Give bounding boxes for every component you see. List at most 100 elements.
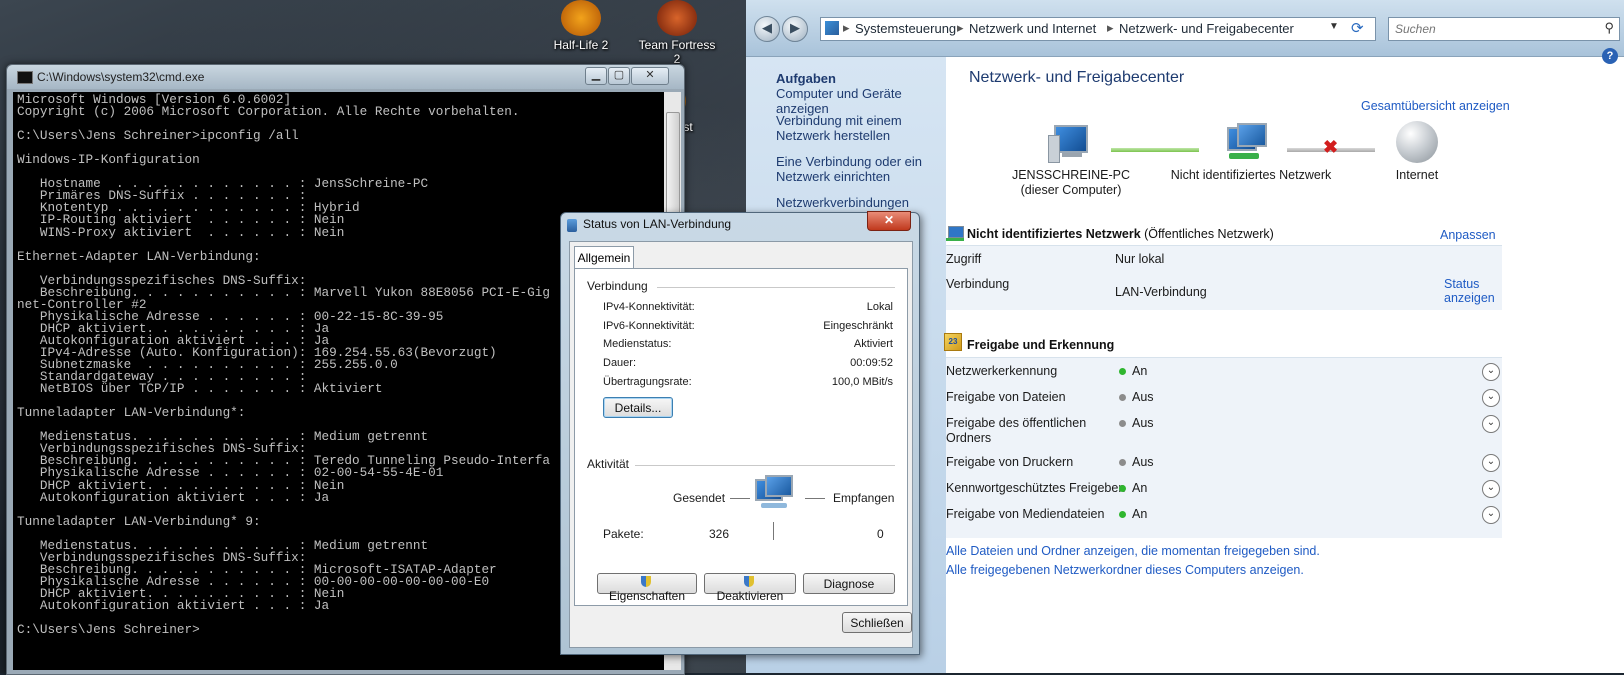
shield-icon xyxy=(744,576,754,587)
shield-icon xyxy=(641,576,651,587)
sharing-row-label-text: Freigabe des öffentlichen xyxy=(946,416,1087,430)
connection-row-value: 100,0 MBit/s xyxy=(831,376,893,388)
desktop-icon-team-fortress-2[interactable]: Team Fortress 2 xyxy=(637,0,717,66)
chevron-down-icon[interactable]: ▼ xyxy=(1329,21,1339,32)
sharing-title: Freigabe und Erkennung xyxy=(967,338,1115,352)
sharing-row-label-text: Freigabe von Dateien xyxy=(946,390,1066,404)
network-heading: Nicht identifiziertes Netzwerk (Öffentli… xyxy=(967,227,1274,241)
packets-received: 0 xyxy=(877,527,884,541)
sharing-row-value: Aus xyxy=(1132,455,1154,469)
sharing-icon: 23 xyxy=(944,333,962,351)
properties-button[interactable]: Eigenschaften xyxy=(597,573,697,603)
task-computer-geraete[interactable]: Computer und Geräte anzeigen xyxy=(776,86,944,116)
maximize-button[interactable]: ▢ xyxy=(608,67,630,85)
shared-folders-link[interactable]: Alle freigegebenen Netzwerkordner dieses… xyxy=(946,563,1304,577)
close-dialog-button[interactable]: Schließen xyxy=(842,612,912,633)
network-activity-icon xyxy=(755,475,799,517)
connection-row-value: Eingeschränkt xyxy=(823,320,893,332)
search-icon[interactable]: ⚲ xyxy=(1604,20,1614,36)
network-small-icon xyxy=(946,225,964,243)
connection-row-label: Dauer: xyxy=(603,357,637,369)
breadcrumb-netzwerk-internet[interactable]: Netzwerk und Internet xyxy=(969,21,1096,36)
network-icon xyxy=(1223,123,1267,165)
task-verbindung-einrichten[interactable]: Eine Verbindung oder ein Netzwerk einric… xyxy=(776,154,944,184)
task-verbindung-herstellen[interactable]: Verbindung mit einem Netzwerk herstellen xyxy=(776,113,944,143)
access-value: Nur lokal xyxy=(1115,252,1165,266)
sharing-row-value: Aus xyxy=(1132,416,1154,430)
sharing-row-label-text: Netzwerkerkennung xyxy=(946,364,1058,378)
sharing-row-label-text: Kennwortgeschütztes Freigeben xyxy=(946,481,1126,495)
cmd-titlebar[interactable]: C:\Windows\system32\cmd.exe ▁ ▢ ✕ xyxy=(7,65,684,89)
status-dot-icon xyxy=(1119,511,1126,518)
internet-label: Internet xyxy=(1395,168,1439,182)
computer-sublabel: (dieser Computer) xyxy=(1020,183,1122,197)
desktop-icon-half-life-2[interactable]: Half-Life 2 xyxy=(541,0,621,52)
chevron-down-icon[interactable]: ⌄ xyxy=(1482,480,1500,498)
details-button[interactable]: Details... xyxy=(603,397,673,418)
received-label: Empfangen xyxy=(833,491,895,505)
control-panel-icon xyxy=(825,21,839,35)
dialog-close-icon[interactable]: ✕ xyxy=(867,211,911,231)
lan-status-dialog: Status von LAN-Verbindung ✕ Allgemein Ve… xyxy=(560,211,920,655)
back-button[interactable]: ◀ xyxy=(754,16,780,42)
activity-group-label: Aktivität xyxy=(587,457,630,471)
tasks-title: Aufgaben xyxy=(776,71,836,86)
sharing-row-value: An xyxy=(1132,507,1148,521)
desktop-icon-label: Team Fortress 2 xyxy=(638,38,716,66)
console-icon xyxy=(17,71,33,84)
disable-button[interactable]: Deaktivieren xyxy=(704,573,796,603)
connection-row-label: Medienstatus: xyxy=(603,338,672,350)
status-dot-icon xyxy=(1119,368,1126,375)
overview-link[interactable]: Gesamtübersicht anzeigen xyxy=(1361,99,1510,113)
chevron-down-icon[interactable]: ⌄ xyxy=(1482,389,1500,407)
chevron-down-icon[interactable]: ⌄ xyxy=(1482,363,1500,381)
connection-row-label: Übertragungsrate: xyxy=(603,376,692,388)
computer-name: JENSSCHREINE-PC xyxy=(1011,168,1131,182)
sharing-row-label-text: Freigabe von Druckern xyxy=(946,455,1074,469)
refresh-icon[interactable]: ⟳ xyxy=(1351,19,1364,37)
scrollbar-thumb[interactable] xyxy=(666,112,680,224)
status-link-line-2: anzeigen xyxy=(1444,291,1495,305)
team-fortress-2-icon xyxy=(657,0,697,36)
help-icon[interactable]: ? xyxy=(1602,48,1618,64)
page-title: Netzwerk- und Freigabecenter xyxy=(969,69,1185,86)
forward-button[interactable]: ▶ xyxy=(782,16,808,42)
access-label: Zugriff xyxy=(946,252,982,266)
breadcrumb-systemsteuerung[interactable]: Systemsteuerung xyxy=(855,21,956,36)
network-type: (Öffentliches Netzwerk) xyxy=(1144,227,1274,241)
sharing-row-label: Freigabe von Mediendateien xyxy=(946,507,1104,522)
minimize-button[interactable]: ▁ xyxy=(585,67,607,85)
diagnose-button[interactable]: Diagnose xyxy=(803,573,895,594)
tab-allgemein[interactable]: Allgemein xyxy=(574,246,634,269)
status-link-line-1: Status xyxy=(1444,277,1480,291)
desktop-icon-label: Half-Life 2 xyxy=(553,38,609,52)
sent-line xyxy=(730,498,750,499)
chevron-down-icon[interactable]: ⌄ xyxy=(1482,506,1500,524)
status-link[interactable]: Status anzeigen xyxy=(1444,277,1495,305)
address-bar[interactable]: ▸ Systemsteuerung ▸ Netzwerk und Interne… xyxy=(820,17,1376,41)
dialog-title: Status von LAN-Verbindung xyxy=(583,217,732,231)
connection-row-label: IPv4-Konnektivität: xyxy=(603,301,695,313)
content-pane: ? Netzwerk- und Freigabecenter Gesamtübe… xyxy=(944,48,1624,673)
shared-files-link[interactable]: Alle Dateien und Ordner anzeigen, die mo… xyxy=(946,544,1320,558)
task-netzwerkverbindungen[interactable]: Netzwerkverbindungen verwalten xyxy=(776,195,944,212)
customize-link[interactable]: Anpassen xyxy=(1440,228,1496,242)
sharing-row-label: Freigabe von Druckern xyxy=(946,455,1073,470)
packets-divider xyxy=(773,522,774,540)
close-button[interactable]: ✕ xyxy=(631,67,669,85)
network-label: Nicht identifiziertes Netzwerk xyxy=(1170,168,1332,182)
chevron-down-icon[interactable]: ⌄ xyxy=(1482,415,1500,433)
dialog-panel: Allgemein Verbindung IPv4-Konnektivität:… xyxy=(569,241,913,648)
breadcrumb-separator-icon: ▸ xyxy=(957,20,964,35)
connection-label: Verbindung xyxy=(946,277,1010,291)
search-input[interactable] xyxy=(1393,21,1597,37)
half-life-2-icon xyxy=(561,0,601,36)
group-divider xyxy=(657,287,895,288)
breadcrumb-freigabecenter[interactable]: Netzwerk- und Freigabecenter xyxy=(1119,21,1294,36)
connection-row-value: Aktiviert xyxy=(853,338,893,350)
properties-button-label: Eigenschaften xyxy=(608,589,686,603)
breadcrumb-separator-icon: ▸ xyxy=(1107,20,1114,35)
sharing-row-label: Kennwortgeschütztes Freigeben xyxy=(946,481,1125,496)
chevron-down-icon[interactable]: ⌄ xyxy=(1482,454,1500,472)
sharing-row-label: Freigabe des öffentlichen Ordners xyxy=(946,416,1086,446)
